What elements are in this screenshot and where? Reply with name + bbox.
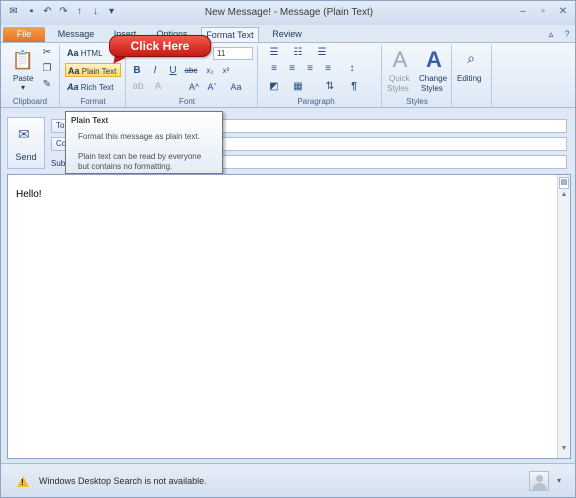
title-bar: ✉ ▪ ↶ ↷ ↑ ↓ ▾ New Message! - Message (Pl… — [1, 1, 575, 25]
help-icon[interactable]: ? — [561, 27, 573, 42]
font-color-icon[interactable]: A — [151, 81, 165, 93]
ruler-toggle-icon[interactable]: ▤ — [559, 177, 569, 189]
scroll-down-icon[interactable]: ▼ — [559, 445, 569, 452]
group-divider — [491, 45, 492, 107]
justify-icon[interactable]: ≡ — [321, 63, 335, 75]
font-size-value: 11 — [217, 49, 226, 58]
plain-text-tooltip: Plain Text Format this message as plain … — [65, 111, 223, 174]
strikethrough-button[interactable]: abc — [183, 65, 199, 77]
superscript-button[interactable]: x² — [219, 65, 233, 77]
close-button[interactable]: ✕ — [555, 5, 571, 19]
tooltip-line-1: Format this message as plain text. — [78, 132, 200, 141]
grow-font-button[interactable]: A^ — [187, 81, 201, 93]
avatar-body — [533, 483, 546, 490]
change-styles-label-1: Change — [419, 74, 448, 83]
tab-message[interactable]: Message — [53, 27, 99, 42]
align-right-icon[interactable]: ≡ — [303, 63, 317, 75]
line-spacing-icon[interactable]: ↕ — [345, 63, 359, 75]
group-divider — [257, 45, 258, 107]
ribbon-tabs: File Message Insert Options Format Text … — [1, 25, 575, 42]
contact-picture-avatar — [529, 471, 549, 491]
bullets-icon[interactable]: ☰ — [267, 47, 281, 59]
tooltip-line-3: but contains no formatting. — [78, 162, 173, 171]
font-size-box[interactable]: 11 — [213, 47, 253, 60]
quick-styles-label-1: Quick — [389, 74, 410, 83]
ribbon: 📋 Paste ▾ ✂ ❐ ✎ Clipboard Aa HTML Aa Pla… — [1, 42, 575, 108]
to-label: To — [56, 121, 65, 130]
restore-button[interactable]: ▫ — [535, 5, 551, 19]
numbering-icon[interactable]: ☷ — [291, 47, 305, 59]
send-icon: ✉ — [18, 126, 30, 142]
status-message: Windows Desktop Search is not available. — [39, 476, 207, 486]
send-button[interactable]: ✉ Send — [7, 117, 45, 169]
window-title: New Message! - Message (Plain Text) — [204, 7, 374, 18]
editing-label[interactable]: Editing — [457, 74, 481, 83]
status-bar: ! Windows Desktop Search is not availabl… — [1, 463, 575, 497]
send-label: Send — [15, 152, 37, 162]
borders-icon[interactable]: ▦ — [291, 81, 305, 93]
shading-icon[interactable]: ◩ — [267, 81, 281, 93]
underline-button[interactable]: U — [167, 65, 179, 77]
tab-review[interactable]: Review — [265, 27, 309, 42]
plain-text-format-button[interactable]: Aa Plain Text — [65, 63, 121, 77]
format-painter-icon[interactable]: ✎ — [41, 79, 53, 91]
avatar-head — [536, 475, 543, 482]
paste-icon[interactable]: 📋 — [11, 49, 35, 71]
group-divider — [381, 45, 382, 107]
change-styles-icon[interactable]: A — [421, 47, 447, 73]
minimize-ribbon-icon[interactable]: ▵ — [545, 27, 557, 42]
change-styles-label-2: Styles — [421, 84, 443, 93]
message-body-text[interactable]: Hello! — [16, 189, 42, 200]
align-center-icon[interactable]: ≡ — [285, 63, 299, 75]
sort-icon[interactable]: ⇅ — [323, 81, 337, 93]
tab-file[interactable]: File — [3, 27, 45, 42]
warning-mark: ! — [21, 478, 24, 487]
vertical-scrollbar[interactable]: ▤ ▲ ▼ — [557, 175, 570, 458]
shrink-font-button[interactable]: Aˇ — [205, 81, 219, 93]
binoculars-icon[interactable]: ⌕ — [461, 49, 481, 67]
format-group-label: Format — [80, 97, 106, 106]
paste-dropdown-icon[interactable]: ▾ — [21, 83, 25, 92]
change-case-button[interactable]: Aa — [227, 81, 245, 93]
outlook-message-window: ✉ ▪ ↶ ↷ ↑ ↓ ▾ New Message! - Message (Pl… — [0, 0, 576, 498]
click-here-callout: Click Here — [109, 35, 211, 57]
multilevel-list-icon[interactable]: ☰ — [315, 47, 329, 59]
bold-button[interactable]: B — [131, 65, 143, 77]
align-left-icon[interactable]: ≡ — [267, 63, 281, 75]
font-group-label: Font — [178, 97, 195, 106]
tooltip-title: Plain Text — [71, 116, 109, 125]
copy-icon[interactable]: ❐ — [41, 63, 53, 75]
group-divider — [59, 45, 60, 107]
paragraph-group-label: Paragraph — [297, 97, 335, 106]
group-divider — [451, 45, 452, 107]
highlight-icon[interactable]: ab — [131, 81, 145, 93]
quick-styles-icon[interactable]: A — [387, 47, 413, 73]
minimize-button[interactable]: – — [515, 5, 531, 19]
italic-button[interactable]: I — [149, 65, 161, 77]
tooltip-line-2: Plain text can be read by everyone — [78, 152, 202, 161]
styles-group-label: Styles — [406, 97, 428, 106]
show-formatting-icon[interactable]: ¶ — [347, 81, 361, 93]
subscript-button[interactable]: x₂ — [203, 65, 217, 77]
paste-label: Paste — [13, 74, 34, 83]
cut-icon[interactable]: ✂ — [41, 47, 53, 59]
scroll-up-icon[interactable]: ▲ — [559, 191, 569, 198]
message-body[interactable]: Hello! ▤ ▲ ▼ — [7, 174, 571, 459]
rich-text-format-button[interactable]: Aa Rich Text — [65, 80, 121, 94]
quick-styles-label-2: Styles — [387, 84, 409, 93]
people-pane-toggle-icon[interactable]: ▾ — [557, 476, 561, 485]
clipboard-group-label: Clipboard — [12, 97, 48, 106]
